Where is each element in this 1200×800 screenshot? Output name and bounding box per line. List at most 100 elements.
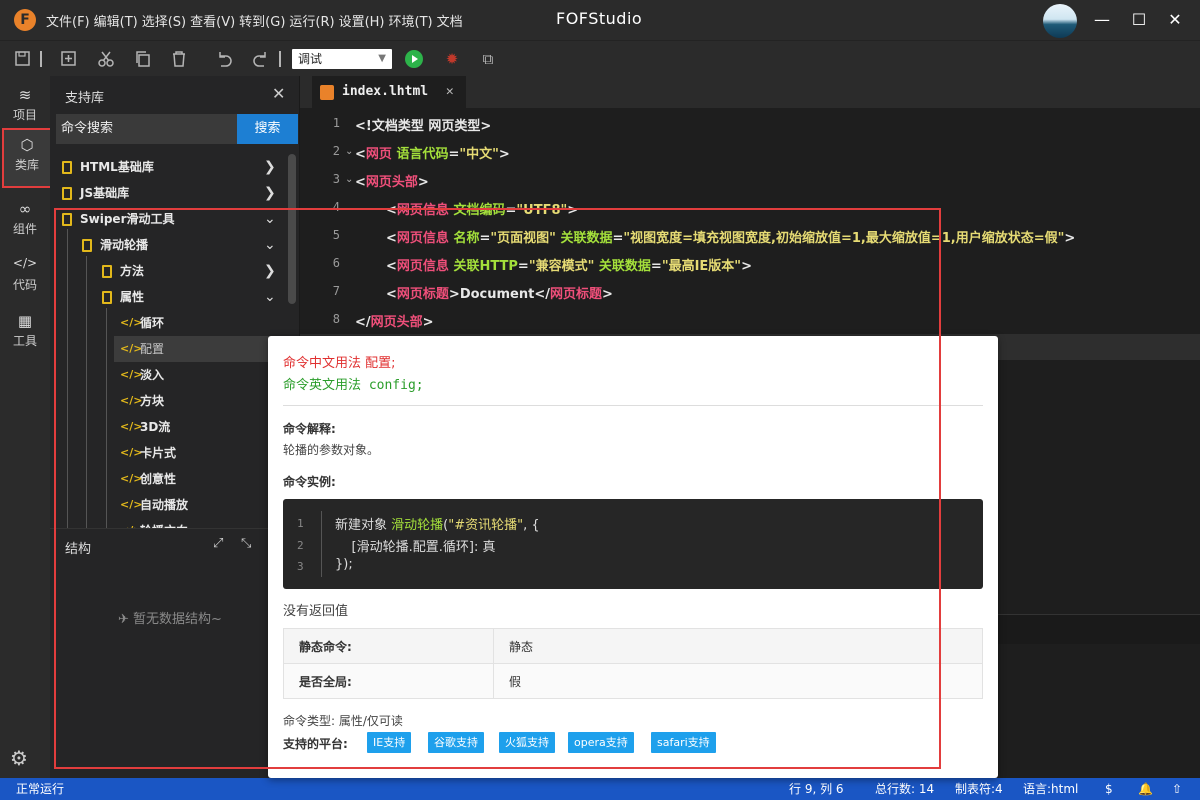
cursor-position[interactable]: 行 9, 列 6 xyxy=(789,778,844,800)
chevron-right-icon: ❯ xyxy=(264,159,276,175)
tab-size[interactable]: 制表符:4 xyxy=(955,778,1003,800)
tree-property-loop[interactable]: </> 循环 xyxy=(50,310,290,336)
tree-item-label: 方法 xyxy=(120,264,145,278)
currency-icon[interactable]: $ xyxy=(1105,778,1113,800)
explain-text: 轮播的参数对象。 xyxy=(283,443,380,457)
activity-label: 组件 xyxy=(12,222,37,236)
avatar[interactable] xyxy=(1043,4,1077,38)
tree-item-label: JS基础库 xyxy=(80,186,130,200)
delete-icon[interactable] xyxy=(170,50,188,68)
book-icon xyxy=(62,161,72,174)
grid-icon: ▦ xyxy=(17,312,33,330)
tree-item-html-lib[interactable]: HTML基础库 ❯ xyxy=(50,154,290,180)
chevron-right-icon: ❯ xyxy=(264,263,276,279)
menu-file[interactable]: 文件(F) xyxy=(46,11,90,30)
table-value: 静态 xyxy=(493,628,983,664)
close-window-button[interactable]: ✕ xyxy=(1163,8,1187,32)
menu-edit[interactable]: 编辑(T) xyxy=(94,11,138,30)
line-number: 5 xyxy=(332,228,340,242)
activity-label: 代码 xyxy=(12,278,37,292)
menu-view[interactable]: 查看(V) xyxy=(190,11,235,30)
run-button[interactable] xyxy=(405,50,423,68)
chevron-down-icon: ⌄ xyxy=(264,289,276,305)
platform-badge-ie: IE支持 xyxy=(367,732,412,753)
tree-item-label: 卡片式 xyxy=(140,446,177,460)
cube-icon: ⬡ xyxy=(20,136,34,154)
tree-property-direction[interactable]: </> 轮播方向 xyxy=(50,518,290,528)
debug-icon[interactable]: ✹ xyxy=(442,49,462,69)
menu-goto[interactable]: 转到(G) xyxy=(239,11,285,30)
title-bar: F 文件(F) 编辑(T) 选择(S) 查看(V) 转到(G) 运行(R) 设置… xyxy=(0,0,1200,40)
tree-property-creative[interactable]: </> 创意性 xyxy=(50,466,290,492)
platforms-label: 支持的平台: xyxy=(283,737,348,751)
maximize-button[interactable]: ☐ xyxy=(1127,8,1151,32)
tree-item-label: 循环 xyxy=(140,316,165,330)
link-icon: ∞ xyxy=(18,200,32,218)
tree-item-js-lib[interactable]: JS基础库 ❯ xyxy=(50,180,290,206)
expand-icon[interactable]: ⤢ xyxy=(213,536,223,551)
collapse-icon[interactable]: ⤡ xyxy=(241,536,251,551)
chevron-down-icon: ⌄ xyxy=(264,211,276,227)
tab-label: index.lhtml xyxy=(342,84,429,99)
copy-icon[interactable] xyxy=(134,50,152,68)
menu-environment[interactable]: 环境(T) xyxy=(389,11,433,30)
activity-library[interactable]: ⬡ 类库 xyxy=(2,128,52,188)
tree-item-label: 配置 xyxy=(140,342,165,356)
fold-icon[interactable]: ⌄ xyxy=(345,146,353,157)
close-icon[interactable]: ✕ xyxy=(272,84,285,103)
redo-icon[interactable] xyxy=(252,50,270,68)
upload-icon[interactable]: ⇧ xyxy=(1172,778,1182,800)
tree-property-fade[interactable]: </> 淡入 xyxy=(50,362,290,388)
run-mode-select[interactable]: 调试 ▼ xyxy=(292,49,392,69)
activity-components[interactable]: ∞ 组件 xyxy=(0,194,50,250)
close-icon[interactable]: ✕ xyxy=(446,84,454,99)
book-icon xyxy=(62,187,72,200)
settings-icon[interactable]: ⚙ xyxy=(10,746,28,770)
library-sidebar: 支持库 ✕ 命令搜索 搜索 HTML基础库 ❯ JS基础库 ❯ Swiper滑动… xyxy=(50,76,300,778)
toolbar: 调试 ▼ ✹ ⧉ xyxy=(0,40,1200,76)
tree-item-properties[interactable]: 属性 ⌄ xyxy=(50,284,290,310)
activity-tools[interactable]: ▦ 工具 xyxy=(0,306,50,362)
minimize-button[interactable]: — xyxy=(1090,8,1114,32)
undo-icon[interactable] xyxy=(215,50,233,68)
tree-property-config[interactable]: </> 配置 xyxy=(114,336,290,362)
table-key: 是否全局: xyxy=(283,663,494,699)
menu-bar: 文件(F) 编辑(T) 选择(S) 查看(V) 转到(G) 运行(R) 设置(H… xyxy=(46,11,467,30)
tree-item-swiper[interactable]: Swiper滑动工具 ⌄ xyxy=(50,206,290,232)
example-code-block: 1 2 3 新建对象 滑动轮播("#资讯轮播", { [滑动轮播.配置.循环]:… xyxy=(283,499,983,589)
sidebar-scrollbar[interactable] xyxy=(288,154,296,304)
menu-settings[interactable]: 设置(H) xyxy=(339,11,385,30)
book-icon xyxy=(102,291,112,304)
example-line-3: }); xyxy=(335,557,353,572)
save-icon[interactable] xyxy=(14,50,32,68)
line-number: 4 xyxy=(332,200,340,214)
cut-icon[interactable] xyxy=(97,50,115,68)
tree-item-methods[interactable]: 方法 ❯ xyxy=(50,258,290,284)
tree-item-label: HTML基础库 xyxy=(80,160,154,174)
layers-icon: ≋ xyxy=(18,86,32,104)
activity-code[interactable]: </> 代码 xyxy=(0,250,50,306)
code-line-1: <!文档类型 网页类型> xyxy=(355,119,492,134)
bell-icon[interactable]: 🔔 xyxy=(1138,778,1153,800)
tree-property-cards[interactable]: </> 卡片式 xyxy=(50,440,290,466)
line-number: 1 xyxy=(297,517,304,530)
example-title: 命令实例: xyxy=(283,475,336,489)
tree-property-autoplay[interactable]: </> 自动播放 xyxy=(50,492,290,518)
menu-run[interactable]: 运行(R) xyxy=(289,11,334,30)
tree-item-slider[interactable]: 滑动轮播 ⌄ xyxy=(50,232,290,258)
language-mode[interactable]: 语言:html xyxy=(1023,778,1078,800)
tree-property-cube[interactable]: </> 方块 xyxy=(50,388,290,414)
new-file-icon[interactable] xyxy=(60,50,78,68)
menu-docs[interactable]: 文档 xyxy=(437,11,463,30)
command-search-input[interactable]: 命令搜索 xyxy=(56,114,238,144)
tab-index-lhtml[interactable]: index.lhtml ✕ xyxy=(312,76,466,108)
total-lines: 总行数: 14 xyxy=(875,782,935,796)
tree-item-label: 淡入 xyxy=(140,368,165,382)
preview-icon[interactable]: ⧉ xyxy=(478,49,498,69)
activity-bar: ≋ 项目 ⬡ 类库 ∞ 组件 </> 代码 ▦ 工具 ⚙ xyxy=(0,76,52,778)
tree-property-3d-flow[interactable]: </> 3D流 xyxy=(50,414,290,440)
search-button[interactable]: 搜索 xyxy=(237,114,298,144)
menu-select[interactable]: 选择(S) xyxy=(142,11,186,30)
code-line-8: </网页头部> xyxy=(355,315,434,330)
fold-icon[interactable]: ⌄ xyxy=(345,174,353,185)
